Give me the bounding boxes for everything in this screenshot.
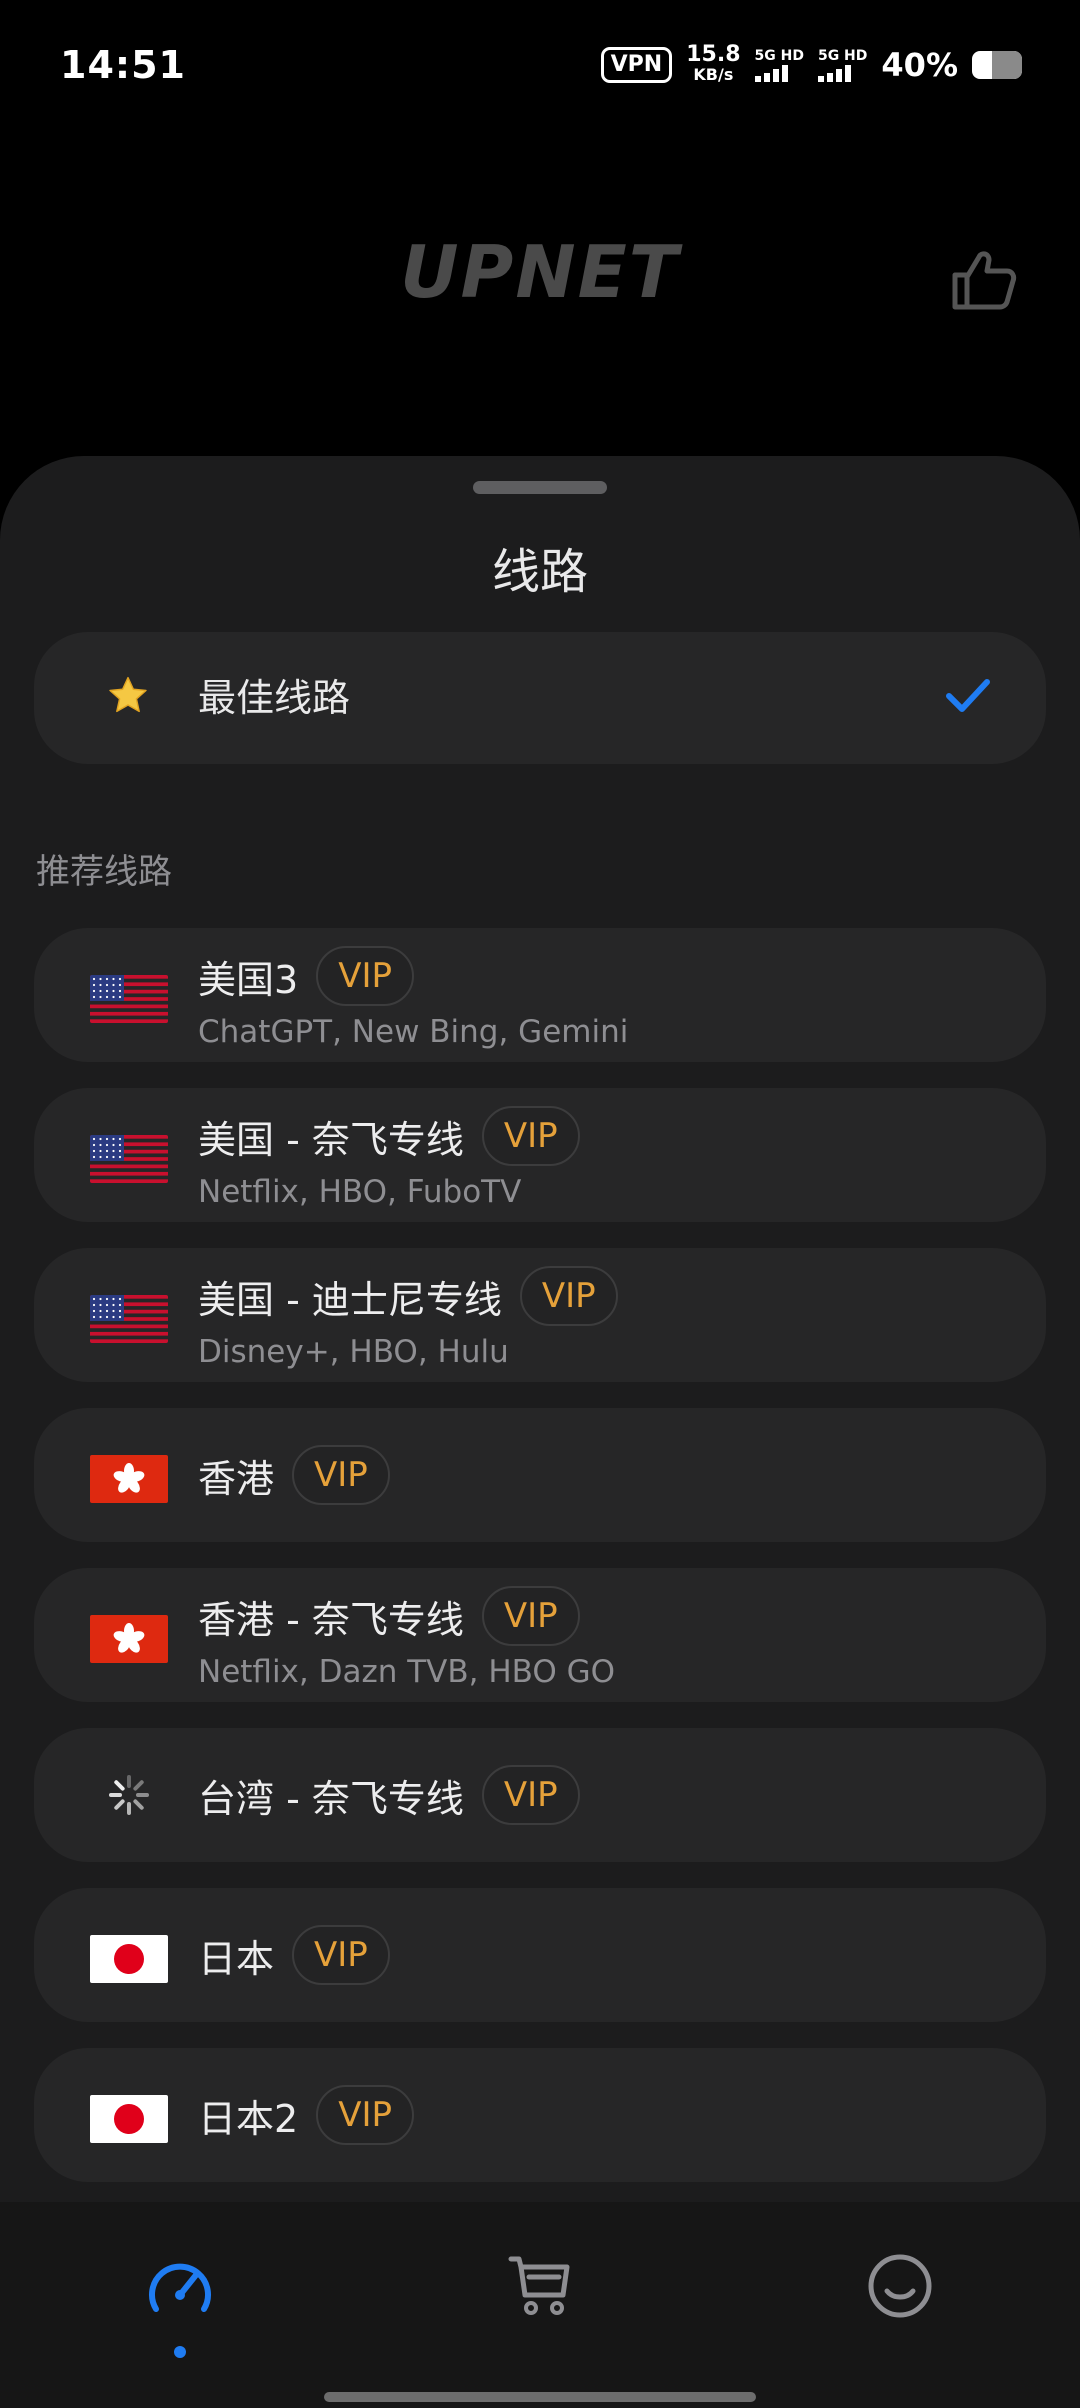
route-name: 香港 [198,1456,275,1501]
best-route-label: 最佳线路 [198,676,351,720]
vip-badge: VIP [481,1586,580,1646]
route-row[interactable]: 香港 VIP [34,1408,1046,1542]
us-flag-icon [90,1135,168,1183]
route-name: 日本 [198,1936,275,1981]
route-name: 日本2 [198,2096,299,2141]
network-speed: 15.8 KB/s [686,42,741,85]
vip-badge: VIP [316,2085,414,2145]
route-title-line: 美国 - 迪士尼专线 VIP [198,1266,618,1326]
route-title-line: 香港 VIP [198,1445,390,1505]
vip-badge: VIP [519,1266,618,1326]
vip-badge: VIP [481,1106,580,1166]
app-logo: UPNET [400,230,680,314]
best-route-row[interactable]: 最佳线路 [34,632,1046,764]
network-speed-unit: KB/s [693,65,734,84]
home-indicator[interactable] [324,2392,756,2402]
route-name: 台湾 - 奈飞专线 [198,1776,464,1821]
bottom-nav [0,2202,1080,2408]
star-icon [109,676,147,713]
battery-icon [972,51,1022,79]
route-name: 香港 - 奈飞专线 [198,1597,464,1642]
route-services: Netflix, HBO, FuboTV [198,1174,522,1210]
smiley-icon [868,2254,932,2318]
route-title-line: 美国 - 奈飞专线 VIP [198,1106,580,1166]
route-services: Netflix, Dazn TVB, HBO GO [198,1654,616,1690]
route-row[interactable]: 日本2 VIP [34,2048,1046,2182]
route-name: 美国 - 迪士尼专线 [198,1277,502,1322]
status-bar: 14:51 VPN 15.8 KB/s 5G HD 5G HD 40% [0,0,1080,130]
hk-flag-icon [90,1615,168,1663]
route-row[interactable]: 台湾 - 奈飞专线 VIP [34,1728,1046,1862]
cart-icon [508,2256,570,2315]
route-sheet: 线路 最佳线路 推荐线路 美国3 VIP ChatGPT, New Bing, Ge… [0,456,1080,2202]
hk-flag-icon [90,1455,168,1503]
battery-percent: 40% [881,46,958,84]
loading-spinner-icon [90,1771,168,1819]
thumbs-up-button[interactable] [948,244,1020,316]
status-time: 14:51 [60,43,186,87]
sheet-title: 线路 [491,544,588,600]
route-name: 美国3 [198,957,299,1002]
vip-badge: VIP [292,1925,390,1985]
network-speed-value: 15.8 [686,42,741,67]
nav-speed-button[interactable] [142,2248,218,2324]
section-label-recommended: 推荐线路 [36,852,172,892]
thumbs-up-icon [952,251,1017,310]
route-services: Disney+, HBO, Hulu [198,1334,509,1370]
route-row[interactable]: 美国 - 奈飞专线 VIP Netflix, HBO, FuboTV [34,1088,1046,1222]
jp-flag-icon [90,2095,168,2143]
route-row[interactable]: 香港 - 奈飞专线 VIP Netflix, Dazn TVB, HBO GO [34,1568,1046,1702]
route-row[interactable]: 日本 VIP [34,1888,1046,2022]
jp-flag-icon [90,1935,168,1983]
sheet-grabber[interactable] [473,481,607,494]
route-name: 美国 - 奈飞专线 [198,1117,464,1162]
us-flag-icon [90,1295,168,1343]
route-row[interactable]: 美国 - 迪士尼专线 VIP Disney+, HBO, Hulu [34,1248,1046,1382]
vip-badge: VIP [292,1445,390,1505]
check-icon [946,679,990,712]
sim1-signal-icon: 5G HD [754,48,804,82]
vip-badge: VIP [316,946,414,1006]
sim2-label: 5G HD [817,48,868,64]
screen: 14:51 VPN 15.8 KB/s 5G HD 5G HD 40% UPNE… [0,0,1080,2408]
us-flag-icon [90,975,168,1023]
route-services: ChatGPT, New Bing, Gemini [198,1014,629,1050]
route-title-line: 香港 - 奈飞专线 VIP [198,1586,580,1646]
route-title-line: 台湾 - 奈飞专线 VIP [198,1765,580,1825]
sim1-label: 5G HD [754,48,804,64]
nav-profile-button[interactable] [862,2248,938,2324]
route-title-line: 日本2 VIP [198,2085,414,2145]
nav-active-dot [174,2346,186,2358]
route-row[interactable]: 美国3 VIP ChatGPT, New Bing, Gemini [34,928,1046,1062]
sim2-signal-icon: 5G HD [817,48,868,82]
route-title-line: 美国3 VIP [198,946,414,1006]
route-title-line: 日本 VIP [198,1925,390,1985]
vip-badge: VIP [481,1765,580,1825]
vpn-badge: VPN [600,47,673,83]
nav-shop-button[interactable] [502,2248,578,2324]
speedometer-icon [149,2263,211,2312]
status-icons: VPN 15.8 KB/s 5G HD 5G HD 40% [600,42,1022,85]
